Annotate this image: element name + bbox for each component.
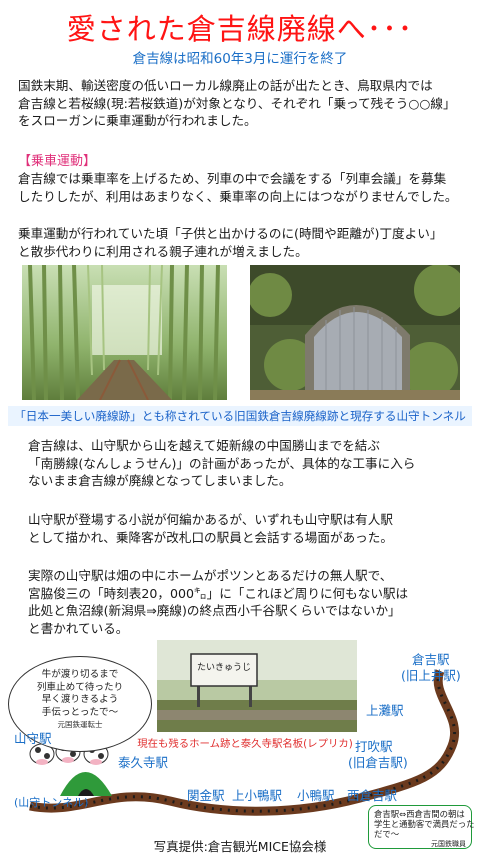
speech-line: 手伝っとったで～: [41, 706, 119, 718]
tunnel-photo: [250, 265, 460, 400]
nanshou-line: 「南勝線(なんしょうせん)」の計画があったが、具体的な工事に入ら: [28, 455, 416, 471]
intro-line: 国鉄末期、輸送密度の低いローカル線廃止の話が出たとき、鳥取県内では: [18, 78, 433, 93]
platform-photo: たいきゅうじ: [157, 640, 357, 732]
speech-line: 学生と通勤客で満員だった: [374, 819, 475, 829]
nanshou-line: 倉吉線は、山守駅から山を越えて姫新線の中国勝山までを結ぶ: [28, 438, 380, 453]
bamboo-trail-image: [22, 265, 227, 400]
speech-line: 列車止めて待ったり: [36, 681, 124, 693]
actual-line: 実際の山守駅は畑の中にホームがポツンとあるだけの無人駅で、: [28, 568, 393, 583]
intro-line: 倉吉線と若桜線(現:若桜鉄道)が対象となり、それぞれ「乗って残そう○○線」: [18, 95, 456, 111]
novel-paragraph: 山守駅が登場する小説が何編かあるが、いずれも山守駅は有人駅 として描かれ、乗降客…: [28, 511, 393, 546]
station-sekigane: 関金駅: [187, 788, 225, 803]
station-taikyuji: 泰久寺駅: [118, 755, 169, 770]
family-paragraph: 乗車運動が行われていた頃「子供と出かけるのに(時間や距離が)丁度よい」 と散歩代…: [18, 225, 442, 260]
intro-paragraph: 国鉄末期、輸送密度の低いローカル線廃止の話が出たとき、鳥取県内では 倉吉線と若桜…: [18, 77, 456, 130]
photos-caption: 「日本一美しい廃線跡」とも称されている旧国鉄倉吉線廃線跡と現存する山守トンネル: [8, 406, 472, 426]
novel-line: 山守駅が登場する小説が何編かあるが、いずれも山守駅は有人駅: [28, 512, 393, 527]
campaign-paragraph: 倉吉線では乗車率を上げるため、列車の中で会議をする「列車会議」を募集 したりした…: [18, 170, 458, 205]
station-uchibuki-sub: (旧倉吉駅): [348, 755, 408, 770]
tunnel-image: [250, 265, 460, 400]
photo-credit: 写真提供:倉吉観光MICE協会様: [153, 839, 327, 853]
platform-photo-caption: 現在も残るホーム跡と泰久寺駅名板(レプリカ): [137, 738, 353, 750]
page-subtitle: 倉吉線は昭和60年3月に運行を終了: [132, 51, 348, 67]
platform-image: [157, 640, 357, 732]
actual-line: 此処と魚沼線(新潟県⇒廃線)の終点西小千谷駅くらいではないか」: [28, 603, 401, 619]
station-agenose: 上灘駅: [366, 703, 404, 718]
family-line: 乗車運動が行われていた頃「子供と出かけるのに(時間や距離が)丁度よい」: [18, 226, 443, 241]
campaign-line: したりしたが、利用はあまりなく、乗車率の向上にはつながりませんでした。: [18, 188, 458, 204]
page-title: 愛された倉吉線廃線へ･･･: [66, 12, 414, 46]
station-kurayoshi-sub: (旧上井駅): [401, 668, 461, 683]
speech-line: 倉吉駅⇔西倉吉間の朝は: [374, 809, 465, 819]
campaign-heading: 【乗車運動】: [18, 154, 97, 169]
tunnel-label: (山守トンネル): [14, 796, 89, 809]
intro-line: をスローガンに乗車運動が行われました。: [18, 113, 257, 129]
station-kamikomori: 上小鴨駅: [232, 788, 283, 803]
speech-line: 牛が渡り切るまで: [41, 669, 119, 680]
station-nishikurayoshi: 西倉吉駅: [347, 788, 398, 803]
nanshou-paragraph: 倉吉線は、山守駅から山を越えて姫新線の中国勝山までを結ぶ 「南勝線(なんしょうせ…: [28, 437, 415, 490]
campaign-line: 倉吉線では乗車率を上げるため、列車の中で会議をする「列車会議」を募集: [18, 171, 447, 186]
speech-line: 早く渡りきるよう: [41, 694, 119, 705]
bamboo-trail-photo: [22, 265, 227, 400]
actual-line: と書かれている。: [28, 620, 129, 636]
family-line: と散歩代わりに利用される親子連れが増えました。: [18, 243, 308, 259]
station-yamamori: 山守駅: [14, 731, 52, 746]
station-komori: 小鴨駅: [297, 788, 335, 803]
nanshou-line: ないまま倉吉線が廃線となってしまいました。: [28, 473, 292, 489]
actual-line: 宮脇俊三の「時刻表20，000㌔」に「これほど周りに何もない駅は: [28, 585, 409, 601]
actual-paragraph: 実際の山守駅は畑の中にホームがポツンとあるだけの無人駅で、 宮脇俊三の「時刻表2…: [28, 567, 408, 637]
station-sign-text: たいきゅうじ: [196, 663, 251, 673]
novel-line: として描かれ、乗降客が改札口の駅員と会話する場面があった。: [28, 529, 393, 545]
